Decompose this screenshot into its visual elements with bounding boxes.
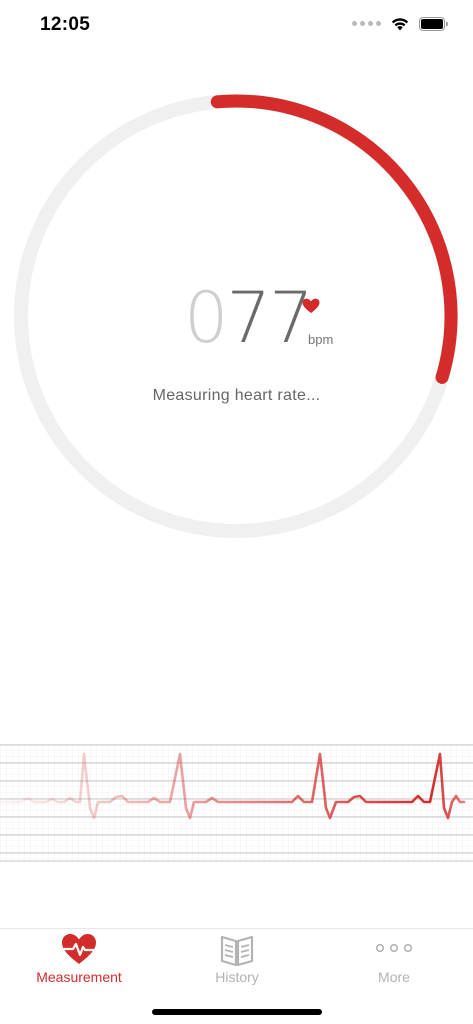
book-icon: [220, 935, 254, 967]
tab-measurement[interactable]: Measurement: [0, 929, 158, 999]
status-bar: 12:05: [0, 0, 473, 52]
heart-icon: [302, 298, 320, 313]
status-icons: [352, 16, 449, 31]
home-indicator: [152, 1009, 322, 1015]
tab-history-label: History: [215, 969, 259, 985]
tab-history[interactable]: History: [158, 929, 316, 999]
bpm-leading-digit: 0: [184, 277, 229, 359]
measuring-status: Measuring heart rate...: [152, 387, 321, 404]
heart-rate-screen: 12:05 0 77 bpm Measuring heart rate... M…: [0, 0, 473, 1024]
tab-measurement-label: Measurement: [36, 969, 122, 985]
status-time: 12:05: [40, 14, 91, 35]
battery-icon: [419, 16, 448, 31]
tab-more[interactable]: More: [315, 929, 473, 999]
ecg-strip: [0, 744, 473, 862]
bpm-unit: bpm: [308, 332, 334, 347]
bpm-reading: 0 77: [184, 277, 314, 359]
tab-more-label: More: [378, 969, 410, 985]
cellular-signal-icon: [352, 21, 381, 26]
heart-pulse-icon: [62, 934, 96, 964]
wifi-icon: [391, 18, 409, 31]
bpm-value: 77: [226, 277, 314, 359]
more-dots-icon: [375, 943, 413, 953]
